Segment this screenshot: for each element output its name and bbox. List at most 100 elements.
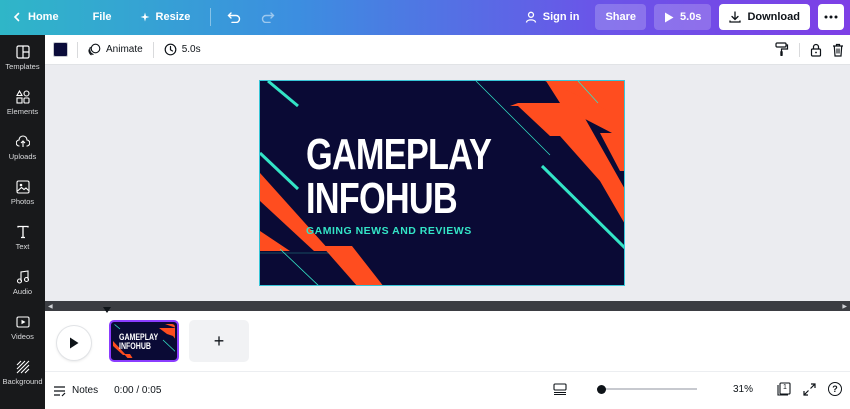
sidebar-item-audio[interactable]: Audio	[0, 260, 45, 305]
footer-right: 31% 1 ?	[553, 382, 842, 396]
divider	[210, 8, 212, 26]
toolbar-right	[775, 42, 844, 57]
paint-roller-icon[interactable]	[775, 42, 789, 57]
sidebar-item-elements[interactable]: Elements	[0, 80, 45, 125]
sidebar-item-label: Templates	[5, 61, 40, 71]
clock-icon	[164, 43, 177, 56]
duration-label: 5.0s	[181, 44, 201, 55]
share-label: Share	[605, 11, 637, 23]
download-button[interactable]: Download	[719, 4, 810, 30]
duration-button[interactable]: 5.0s	[164, 43, 201, 56]
fullscreen-icon[interactable]	[803, 382, 816, 396]
home-button[interactable]: Home	[4, 4, 67, 30]
left-sidebar: Templates Elements Uploads Photos Text A…	[0, 35, 45, 409]
sidebar-item-templates[interactable]: Templates	[0, 35, 45, 80]
canvas-area: GAMEPLAY INFOHUB GAMING NEWS AND REVIEWS	[45, 65, 850, 301]
scroll-left-icon[interactable]: ◀	[48, 303, 53, 310]
sign-in-label: Sign in	[542, 11, 580, 23]
sidebar-item-label: Videos	[11, 331, 34, 341]
add-page-label: +	[213, 330, 225, 351]
page-count-button[interactable]: 1	[777, 382, 791, 396]
design-title-line-1: GAMEPLAY	[306, 130, 492, 179]
uploads-icon	[15, 134, 30, 149]
user-icon	[525, 11, 537, 23]
notes-button[interactable]: Notes	[53, 385, 98, 397]
help-button[interactable]: ?	[828, 382, 842, 396]
playback-time: 0:00 / 0:05	[114, 385, 162, 396]
background-color-swatch[interactable]	[53, 42, 68, 57]
play-icon	[69, 337, 79, 349]
editor-toolbar: Animate 5.0s	[45, 35, 850, 65]
download-icon	[729, 11, 742, 23]
photos-icon	[15, 179, 30, 194]
divider	[152, 41, 154, 58]
background-icon	[16, 360, 30, 374]
sidebar-item-text[interactable]: Text	[0, 215, 45, 260]
file-menu[interactable]: File	[85, 4, 120, 30]
animate-button[interactable]: Animate	[88, 43, 143, 56]
horizontal-scrollbar[interactable]: ◀ ▶	[45, 301, 850, 311]
download-label: Download	[747, 11, 800, 23]
trash-icon[interactable]	[832, 43, 844, 57]
audio-icon	[16, 269, 30, 284]
undo-button[interactable]	[219, 4, 249, 30]
lock-icon[interactable]	[810, 43, 822, 57]
top-bar-left: Home File Resize	[4, 4, 283, 30]
timeline-toggle-icon[interactable]	[553, 383, 567, 395]
design-title-line-2: INFOHUB	[306, 174, 458, 223]
redo-button[interactable]	[253, 4, 283, 30]
sidebar-item-label: Photos	[10, 196, 35, 206]
sidebar-item-label: Uploads	[8, 151, 37, 161]
animate-label: Animate	[106, 44, 143, 55]
thumbnail-preview: GAMEPLAY INFOHUB	[113, 324, 175, 358]
zoom-slider-knob[interactable]	[596, 384, 606, 394]
notes-label: Notes	[72, 385, 99, 396]
animate-icon	[88, 43, 101, 56]
videos-icon	[15, 315, 30, 329]
sign-in-button[interactable]: Sign in	[517, 4, 588, 30]
sidebar-item-label: Text	[15, 241, 30, 251]
text-icon	[16, 225, 30, 239]
scroll-right-icon[interactable]: ▶	[842, 303, 847, 310]
design-page[interactable]: GAMEPLAY INFOHUB GAMING NEWS AND REVIEWS	[259, 80, 625, 286]
page-count: 1	[783, 384, 787, 391]
resize-label: Resize	[155, 11, 191, 23]
more-dots-icon	[824, 15, 838, 19]
present-duration: 5.0s	[680, 11, 702, 23]
share-button[interactable]: Share	[595, 4, 647, 30]
sidebar-item-uploads[interactable]: Uploads	[0, 125, 45, 170]
sidebar-item-photos[interactable]: Photos	[0, 170, 45, 215]
resize-button[interactable]: Resize	[132, 4, 199, 30]
present-button[interactable]: 5.0s	[654, 4, 712, 30]
footer-bar: Notes 0:00 / 0:05 31% 1 ?	[45, 371, 850, 409]
divider	[799, 42, 800, 57]
zoom-level[interactable]: 31%	[727, 384, 753, 395]
redo-icon	[261, 11, 275, 23]
sidebar-item-label: Elements	[6, 106, 39, 116]
sidebar-item-background[interactable]: Background	[0, 350, 45, 395]
thumbnail-title-line-2: INFOHUB	[119, 341, 151, 351]
design-subtitle: GAMING NEWS AND REVIEWS	[306, 225, 472, 237]
timeline: GAMEPLAY INFOHUB +	[45, 307, 850, 371]
sidebar-item-videos[interactable]: Videos	[0, 305, 45, 350]
playhead-marker[interactable]	[103, 307, 111, 313]
add-page-button[interactable]: +	[189, 320, 249, 362]
play-icon	[664, 12, 674, 23]
chevron-left-icon	[12, 12, 22, 22]
elements-icon	[15, 89, 30, 104]
timeline-play-button[interactable]	[57, 326, 91, 360]
more-options-button[interactable]	[818, 4, 844, 30]
sidebar-item-label: Background	[2, 376, 43, 386]
templates-icon	[15, 44, 30, 59]
zoom-slider[interactable]	[596, 384, 697, 394]
home-label: Home	[28, 11, 59, 23]
sidebar-item-label: Audio	[12, 286, 33, 296]
page-thumbnail[interactable]: GAMEPLAY INFOHUB	[109, 320, 179, 362]
notes-icon	[53, 385, 66, 397]
divider	[77, 41, 78, 58]
undo-icon	[227, 11, 241, 23]
file-label: File	[92, 11, 112, 23]
sparkle-icon	[140, 12, 150, 22]
top-bar: Home File Resize Sign in Share 5.0s Down…	[0, 0, 850, 35]
top-bar-right: Sign in Share 5.0s Download	[517, 4, 844, 30]
